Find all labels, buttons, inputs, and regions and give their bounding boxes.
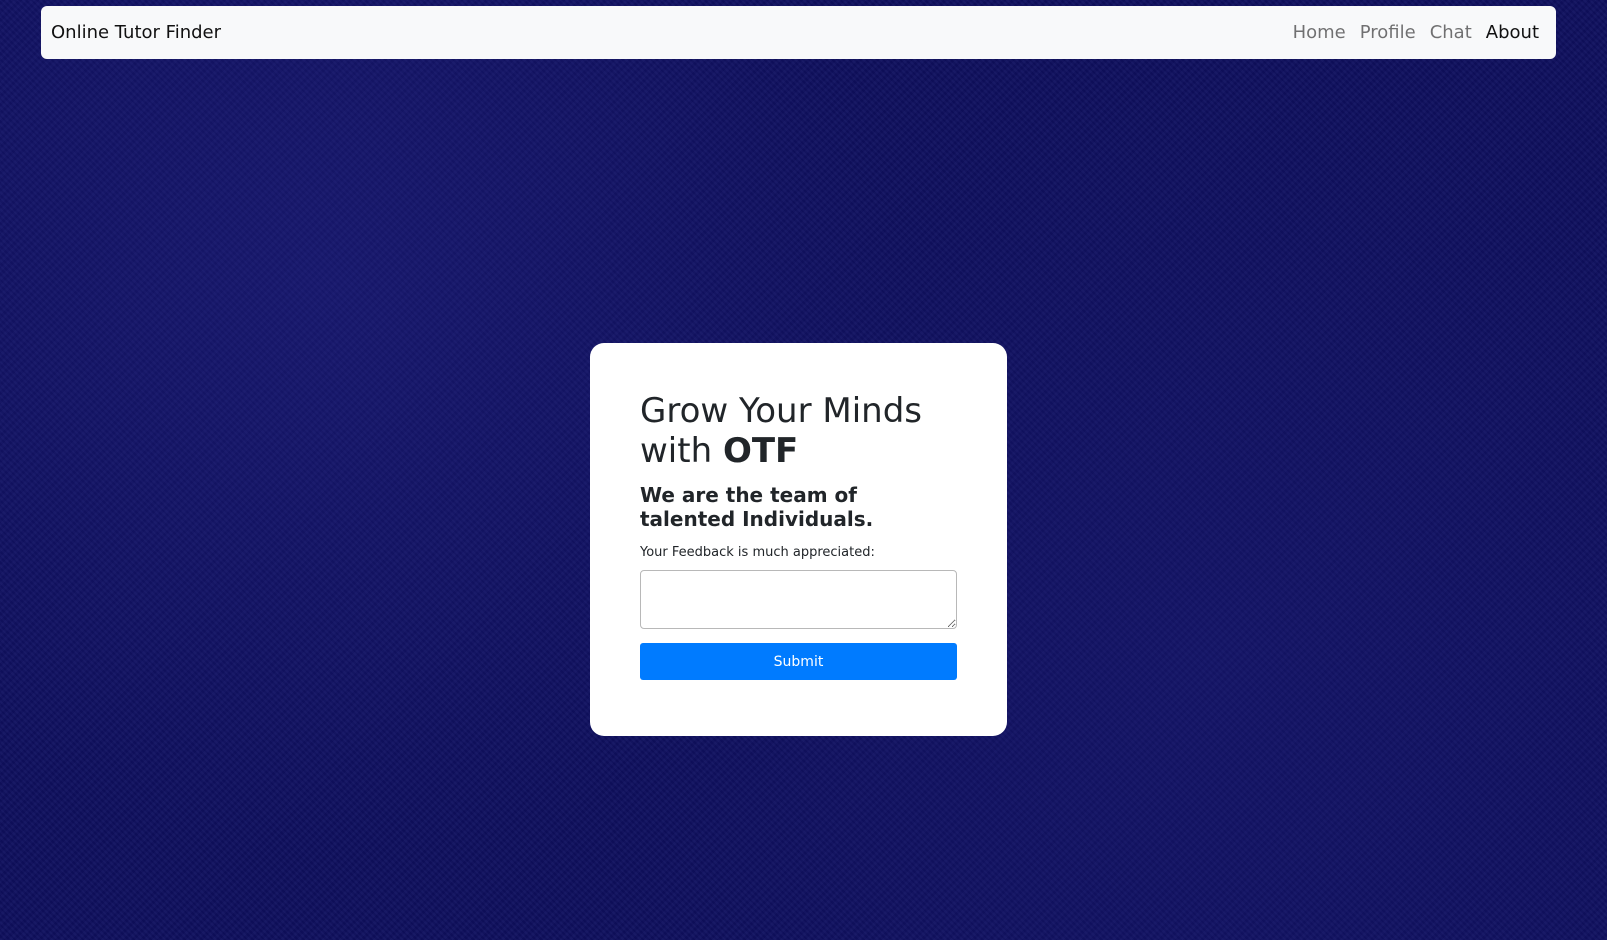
feedback-label: Your Feedback is much appreciated: [640, 545, 875, 560]
nav-link-about[interactable]: About [1486, 22, 1539, 43]
subheadline: We are the team of talented Individuals. [640, 483, 874, 531]
feedback-card: Grow Your Minds with OTF We are the team… [590, 343, 1007, 736]
nav-links: Home Profile Chat About [1293, 22, 1539, 43]
submit-button[interactable]: Submit [640, 643, 957, 680]
nav-link-home[interactable]: Home [1293, 22, 1346, 43]
nav-link-profile[interactable]: Profile [1360, 22, 1416, 43]
headline: Grow Your Minds with OTF [640, 391, 957, 471]
headline-brand: OTF [722, 431, 799, 471]
nav-link-chat[interactable]: Chat [1430, 22, 1472, 43]
feedback-textarea[interactable] [640, 570, 957, 629]
brand-link[interactable]: Online Tutor Finder [51, 22, 221, 43]
navbar: Online Tutor Finder Home Profile Chat Ab… [41, 6, 1556, 59]
